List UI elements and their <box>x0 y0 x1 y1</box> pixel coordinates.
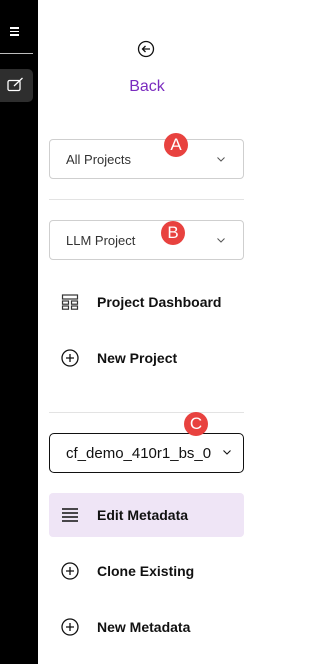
side-panel: Back All Projects A LLM Project B Projec… <box>38 0 256 664</box>
left-rail <box>0 0 38 664</box>
nav-new-metadata[interactable]: New Metadata <box>49 605 244 649</box>
list-icon <box>62 508 78 522</box>
annotation-badge-c: C <box>184 412 208 436</box>
scope-select-value: All Projects <box>66 152 132 167</box>
nav-label: Clone Existing <box>97 563 195 579</box>
nav-label: New Metadata <box>97 619 191 635</box>
annotation-badge-a: A <box>164 133 188 157</box>
nav-label: Project Dashboard <box>97 294 222 310</box>
rail-divider <box>0 53 33 54</box>
nav-label: New Project <box>97 350 178 366</box>
back-arrow-icon[interactable] <box>137 40 155 58</box>
chevron-down-icon <box>223 450 231 455</box>
section-divider <box>49 199 244 200</box>
metadata-select-value: cf_demo_410r1_bs_0 <box>66 445 212 462</box>
chevron-down-icon <box>217 157 225 162</box>
chevron-down-icon <box>217 238 225 243</box>
hamburger-menu-icon[interactable] <box>5 20 25 40</box>
annotation-badge-b: B <box>161 221 185 245</box>
plus-circle-icon <box>61 562 79 580</box>
scope-select[interactable]: All Projects <box>49 139 244 179</box>
nav-project-dashboard[interactable]: Project Dashboard <box>49 280 244 324</box>
plus-circle-icon <box>61 349 79 367</box>
dashboard-icon <box>61 294 79 310</box>
plus-circle-icon <box>61 618 79 636</box>
project-select[interactable]: LLM Project <box>49 220 244 260</box>
nav-new-project[interactable]: New Project <box>49 336 244 380</box>
edit-icon <box>7 77 23 92</box>
project-select-value: LLM Project <box>66 233 136 248</box>
back-link[interactable]: Back <box>38 78 256 96</box>
section-divider <box>49 412 244 413</box>
metadata-select[interactable]: cf_demo_410r1_bs_0 <box>49 433 244 473</box>
nav-edit-metadata[interactable]: Edit Metadata <box>49 493 244 537</box>
nav-clone-existing[interactable]: Clone Existing <box>49 549 244 593</box>
rail-edit-button[interactable] <box>0 69 33 102</box>
nav-label: Edit Metadata <box>97 507 189 523</box>
